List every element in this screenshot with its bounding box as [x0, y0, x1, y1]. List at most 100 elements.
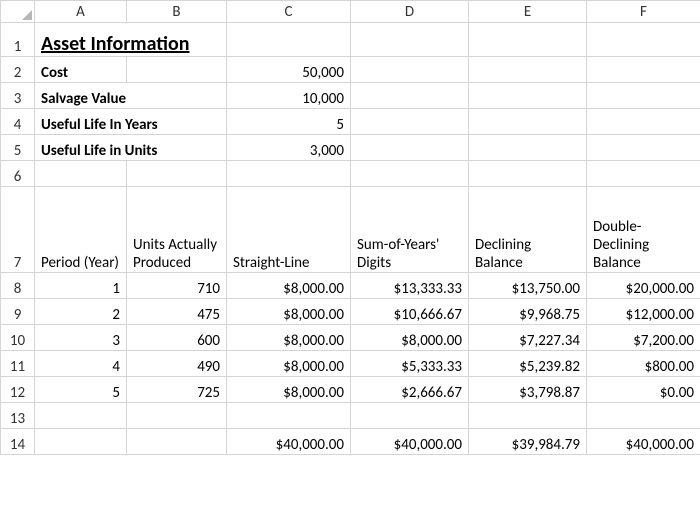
- row-header-11[interactable]: 11: [1, 351, 35, 377]
- row-header-5[interactable]: 5: [1, 135, 35, 161]
- cell-db[interactable]: $7,227.34: [469, 325, 587, 351]
- cell-syd[interactable]: $8,000.00: [351, 325, 469, 351]
- cell[interactable]: [351, 83, 469, 109]
- salvage-value[interactable]: 10,000: [227, 83, 351, 109]
- cell-sl[interactable]: $8,000.00: [227, 299, 351, 325]
- cell-db[interactable]: $9,968.75: [469, 299, 587, 325]
- row-header-4[interactable]: 4: [1, 109, 35, 135]
- row-header-13[interactable]: 13: [1, 403, 35, 429]
- cell-period[interactable]: 4: [35, 351, 127, 377]
- cell[interactable]: [127, 161, 227, 187]
- cell-units[interactable]: 475: [127, 299, 227, 325]
- title-cell[interactable]: Asset Information: [35, 23, 227, 57]
- cell[interactable]: [469, 403, 587, 429]
- total-syd[interactable]: $40,000.00: [351, 429, 469, 455]
- life-years-label[interactable]: Useful Life In Years: [35, 109, 227, 135]
- cell[interactable]: [469, 57, 587, 83]
- life-units-value[interactable]: 3,000: [227, 135, 351, 161]
- salvage-label[interactable]: Salvage Value: [35, 83, 227, 109]
- row-header-7[interactable]: 7: [1, 187, 35, 273]
- hdr-units[interactable]: Units Actually Produced: [127, 187, 227, 273]
- row-header-10[interactable]: 10: [1, 325, 35, 351]
- row-header-8[interactable]: 8: [1, 273, 35, 299]
- row-header-2[interactable]: 2: [1, 57, 35, 83]
- cell[interactable]: [35, 403, 127, 429]
- cell[interactable]: [469, 161, 587, 187]
- select-all-corner[interactable]: [1, 1, 35, 23]
- cell[interactable]: [469, 109, 587, 135]
- row-header-12[interactable]: 12: [1, 377, 35, 403]
- col-header-F[interactable]: F: [587, 1, 700, 23]
- cell-period[interactable]: 1: [35, 273, 127, 299]
- row-header-14[interactable]: 14: [1, 429, 35, 455]
- cell[interactable]: [227, 161, 351, 187]
- cell-ddb[interactable]: $800.00: [587, 351, 700, 377]
- cell[interactable]: [351, 403, 469, 429]
- cell-syd[interactable]: $5,333.33: [351, 351, 469, 377]
- cell-units[interactable]: 710: [127, 273, 227, 299]
- cell-sl[interactable]: $8,000.00: [227, 273, 351, 299]
- row-header-1[interactable]: 1: [1, 23, 35, 57]
- cell[interactable]: [127, 429, 227, 455]
- cell[interactable]: [351, 161, 469, 187]
- cell[interactable]: [127, 403, 227, 429]
- cell-period[interactable]: 2: [35, 299, 127, 325]
- cell[interactable]: [35, 429, 127, 455]
- cell-ddb[interactable]: $12,000.00: [587, 299, 700, 325]
- total-db[interactable]: $39,984.79: [469, 429, 587, 455]
- cell-period[interactable]: 3: [35, 325, 127, 351]
- cell[interactable]: [351, 109, 469, 135]
- cell[interactable]: [469, 135, 587, 161]
- cell-syd[interactable]: $13,333.33: [351, 273, 469, 299]
- row-header-9[interactable]: 9: [1, 299, 35, 325]
- cell-syd[interactable]: $10,666.67: [351, 299, 469, 325]
- total-ddb[interactable]: $40,000.00: [587, 429, 700, 455]
- total-sl[interactable]: $40,000.00: [227, 429, 351, 455]
- cell-db[interactable]: $13,750.00: [469, 273, 587, 299]
- cell[interactable]: [351, 57, 469, 83]
- cell-ddb[interactable]: $0.00: [587, 377, 700, 403]
- life-years-value[interactable]: 5: [227, 109, 351, 135]
- cell[interactable]: [587, 161, 700, 187]
- col-header-B[interactable]: B: [127, 1, 227, 23]
- cell-ddb[interactable]: $7,200.00: [587, 325, 700, 351]
- cell[interactable]: [127, 57, 227, 83]
- cell[interactable]: [227, 23, 351, 57]
- cell[interactable]: [587, 109, 700, 135]
- cell[interactable]: [469, 23, 587, 57]
- col-header-A[interactable]: A: [35, 1, 127, 23]
- col-header-C[interactable]: C: [227, 1, 351, 23]
- cell[interactable]: [587, 135, 700, 161]
- cell-syd[interactable]: $2,666.67: [351, 377, 469, 403]
- cell-ddb[interactable]: $20,000.00: [587, 273, 700, 299]
- cell-units[interactable]: 490: [127, 351, 227, 377]
- cell[interactable]: [587, 403, 700, 429]
- hdr-sl[interactable]: Straight-Line: [227, 187, 351, 273]
- cell[interactable]: [227, 403, 351, 429]
- cost-label[interactable]: Cost: [35, 57, 127, 83]
- col-header-E[interactable]: E: [469, 1, 587, 23]
- cost-value[interactable]: 50,000: [227, 57, 351, 83]
- hdr-syd[interactable]: Sum-of-Years' Digits: [351, 187, 469, 273]
- cell[interactable]: [587, 57, 700, 83]
- cell[interactable]: [351, 23, 469, 57]
- spreadsheet[interactable]: A B C D E F 1 Asset Information 2 Cost 5…: [0, 0, 700, 455]
- cell-sl[interactable]: $8,000.00: [227, 351, 351, 377]
- cell[interactable]: [587, 23, 700, 57]
- hdr-db[interactable]: Declining Balance: [469, 187, 587, 273]
- hdr-period[interactable]: Period (Year): [35, 187, 127, 273]
- cell-db[interactable]: $3,798.87: [469, 377, 587, 403]
- cell[interactable]: [35, 161, 127, 187]
- cell-units[interactable]: 600: [127, 325, 227, 351]
- cell-db[interactable]: $5,239.82: [469, 351, 587, 377]
- life-units-label[interactable]: Useful Life in Units: [35, 135, 227, 161]
- cell[interactable]: [469, 83, 587, 109]
- cell-sl[interactable]: $8,000.00: [227, 377, 351, 403]
- cell-period[interactable]: 5: [35, 377, 127, 403]
- row-header-3[interactable]: 3: [1, 83, 35, 109]
- cell-units[interactable]: 725: [127, 377, 227, 403]
- cell-sl[interactable]: $8,000.00: [227, 325, 351, 351]
- cell[interactable]: [587, 83, 700, 109]
- hdr-ddb[interactable]: Double-Declining Balance: [587, 187, 700, 273]
- cell[interactable]: [351, 135, 469, 161]
